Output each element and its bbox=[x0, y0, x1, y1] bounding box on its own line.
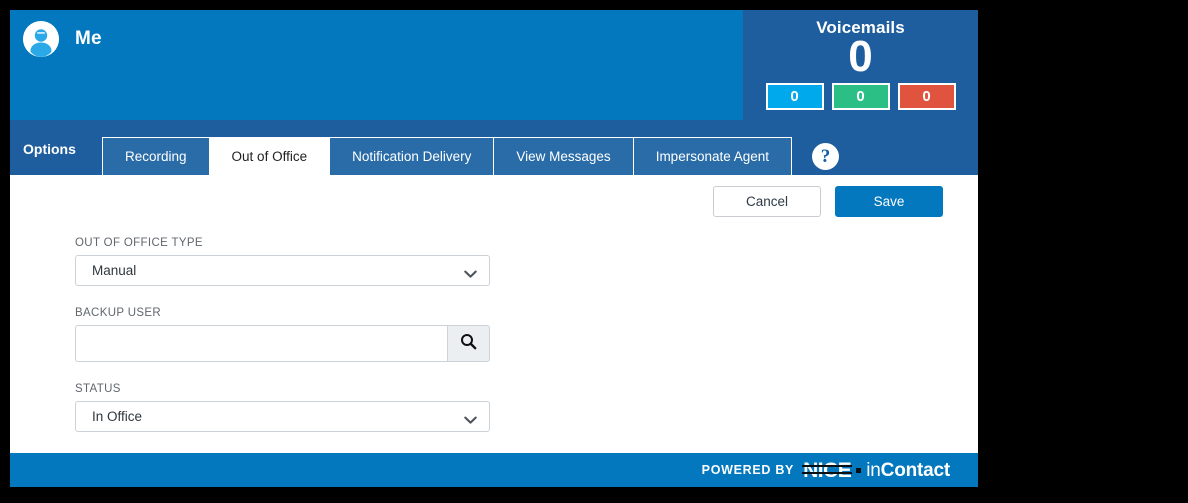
page-footer: POWERED BY NICE inContact bbox=[10, 453, 978, 487]
question-mark-icon[interactable]: ? bbox=[812, 143, 840, 170]
chevron-down-icon bbox=[464, 266, 477, 284]
tab-recording[interactable]: Recording bbox=[102, 137, 210, 175]
options-label: Options bbox=[23, 141, 76, 157]
nice-strike-upper bbox=[802, 464, 853, 467]
tab-list: Recording Out of Office Notification Del… bbox=[102, 137, 793, 175]
status-select[interactable]: In Office bbox=[75, 401, 490, 432]
search-icon bbox=[460, 333, 477, 355]
tab-view-messages[interactable]: View Messages bbox=[494, 137, 634, 175]
incontact-contact: Contact bbox=[880, 459, 951, 481]
powered-by-label: POWERED BY bbox=[701, 463, 795, 477]
logo-separator-dot bbox=[856, 467, 862, 473]
user-avatar-icon bbox=[23, 21, 59, 57]
user-name-label: Me bbox=[75, 28, 102, 49]
voicemails-panel: Voicemails 0 0 0 0 bbox=[743, 10, 978, 120]
status-label: STATUS bbox=[75, 383, 121, 395]
out-of-office-form: OUT OF OFFICE TYPE Manual BACKUP USER ST… bbox=[75, 237, 490, 432]
voicemail-badge-new[interactable]: 0 bbox=[765, 83, 824, 110]
out-of-office-type-value: Manual bbox=[92, 263, 137, 278]
field-out-of-office-type: OUT OF OFFICE TYPE Manual bbox=[75, 237, 490, 286]
cancel-button[interactable]: Cancel bbox=[713, 186, 821, 217]
tab-notification-delivery[interactable]: Notification Delivery bbox=[330, 137, 495, 175]
incontact-wordmark: inContact bbox=[866, 460, 950, 481]
options-tab-bar: Options Recording Out of Office Notifica… bbox=[10, 120, 978, 175]
save-button[interactable]: Save bbox=[835, 186, 943, 217]
status-value: In Office bbox=[92, 409, 143, 424]
field-status: STATUS In Office bbox=[75, 383, 490, 432]
nice-incontact-logo: NICE inContact bbox=[802, 458, 950, 482]
nice-wordmark-text: NICE bbox=[803, 458, 852, 482]
backup-user-label: BACKUP USER bbox=[75, 307, 162, 319]
voicemail-badge-saved[interactable]: 0 bbox=[831, 83, 890, 110]
out-of-office-type-label: OUT OF OFFICE TYPE bbox=[75, 237, 203, 249]
tab-impersonate-agent[interactable]: Impersonate Agent bbox=[633, 137, 793, 175]
incontact-in: in bbox=[866, 459, 881, 481]
nice-strike-lower bbox=[802, 471, 853, 474]
field-backup-user: BACKUP USER bbox=[75, 307, 490, 362]
voicemails-badge-group: 0 0 0 bbox=[743, 83, 978, 110]
backup-user-search-group bbox=[75, 325, 490, 362]
out-of-office-type-select[interactable]: Manual bbox=[75, 255, 490, 286]
user-identity: Me bbox=[23, 21, 102, 57]
backup-user-search-button[interactable] bbox=[447, 325, 490, 362]
tab-out-of-office[interactable]: Out of Office bbox=[209, 137, 331, 175]
form-action-row: Cancel Save bbox=[713, 186, 943, 217]
nice-wordmark: NICE bbox=[802, 458, 853, 482]
page-header: Me Voicemails 0 0 0 0 bbox=[10, 10, 978, 120]
out-of-office-panel: Cancel Save OUT OF OFFICE TYPE Manual BA… bbox=[10, 175, 978, 453]
backup-user-input[interactable] bbox=[75, 325, 447, 362]
application-window: Me Voicemails 0 0 0 0 Options Recording … bbox=[10, 10, 978, 487]
voicemails-total-count: 0 bbox=[848, 32, 873, 81]
voicemail-badge-urgent[interactable]: 0 bbox=[897, 83, 956, 110]
chevron-down-icon bbox=[464, 412, 477, 430]
